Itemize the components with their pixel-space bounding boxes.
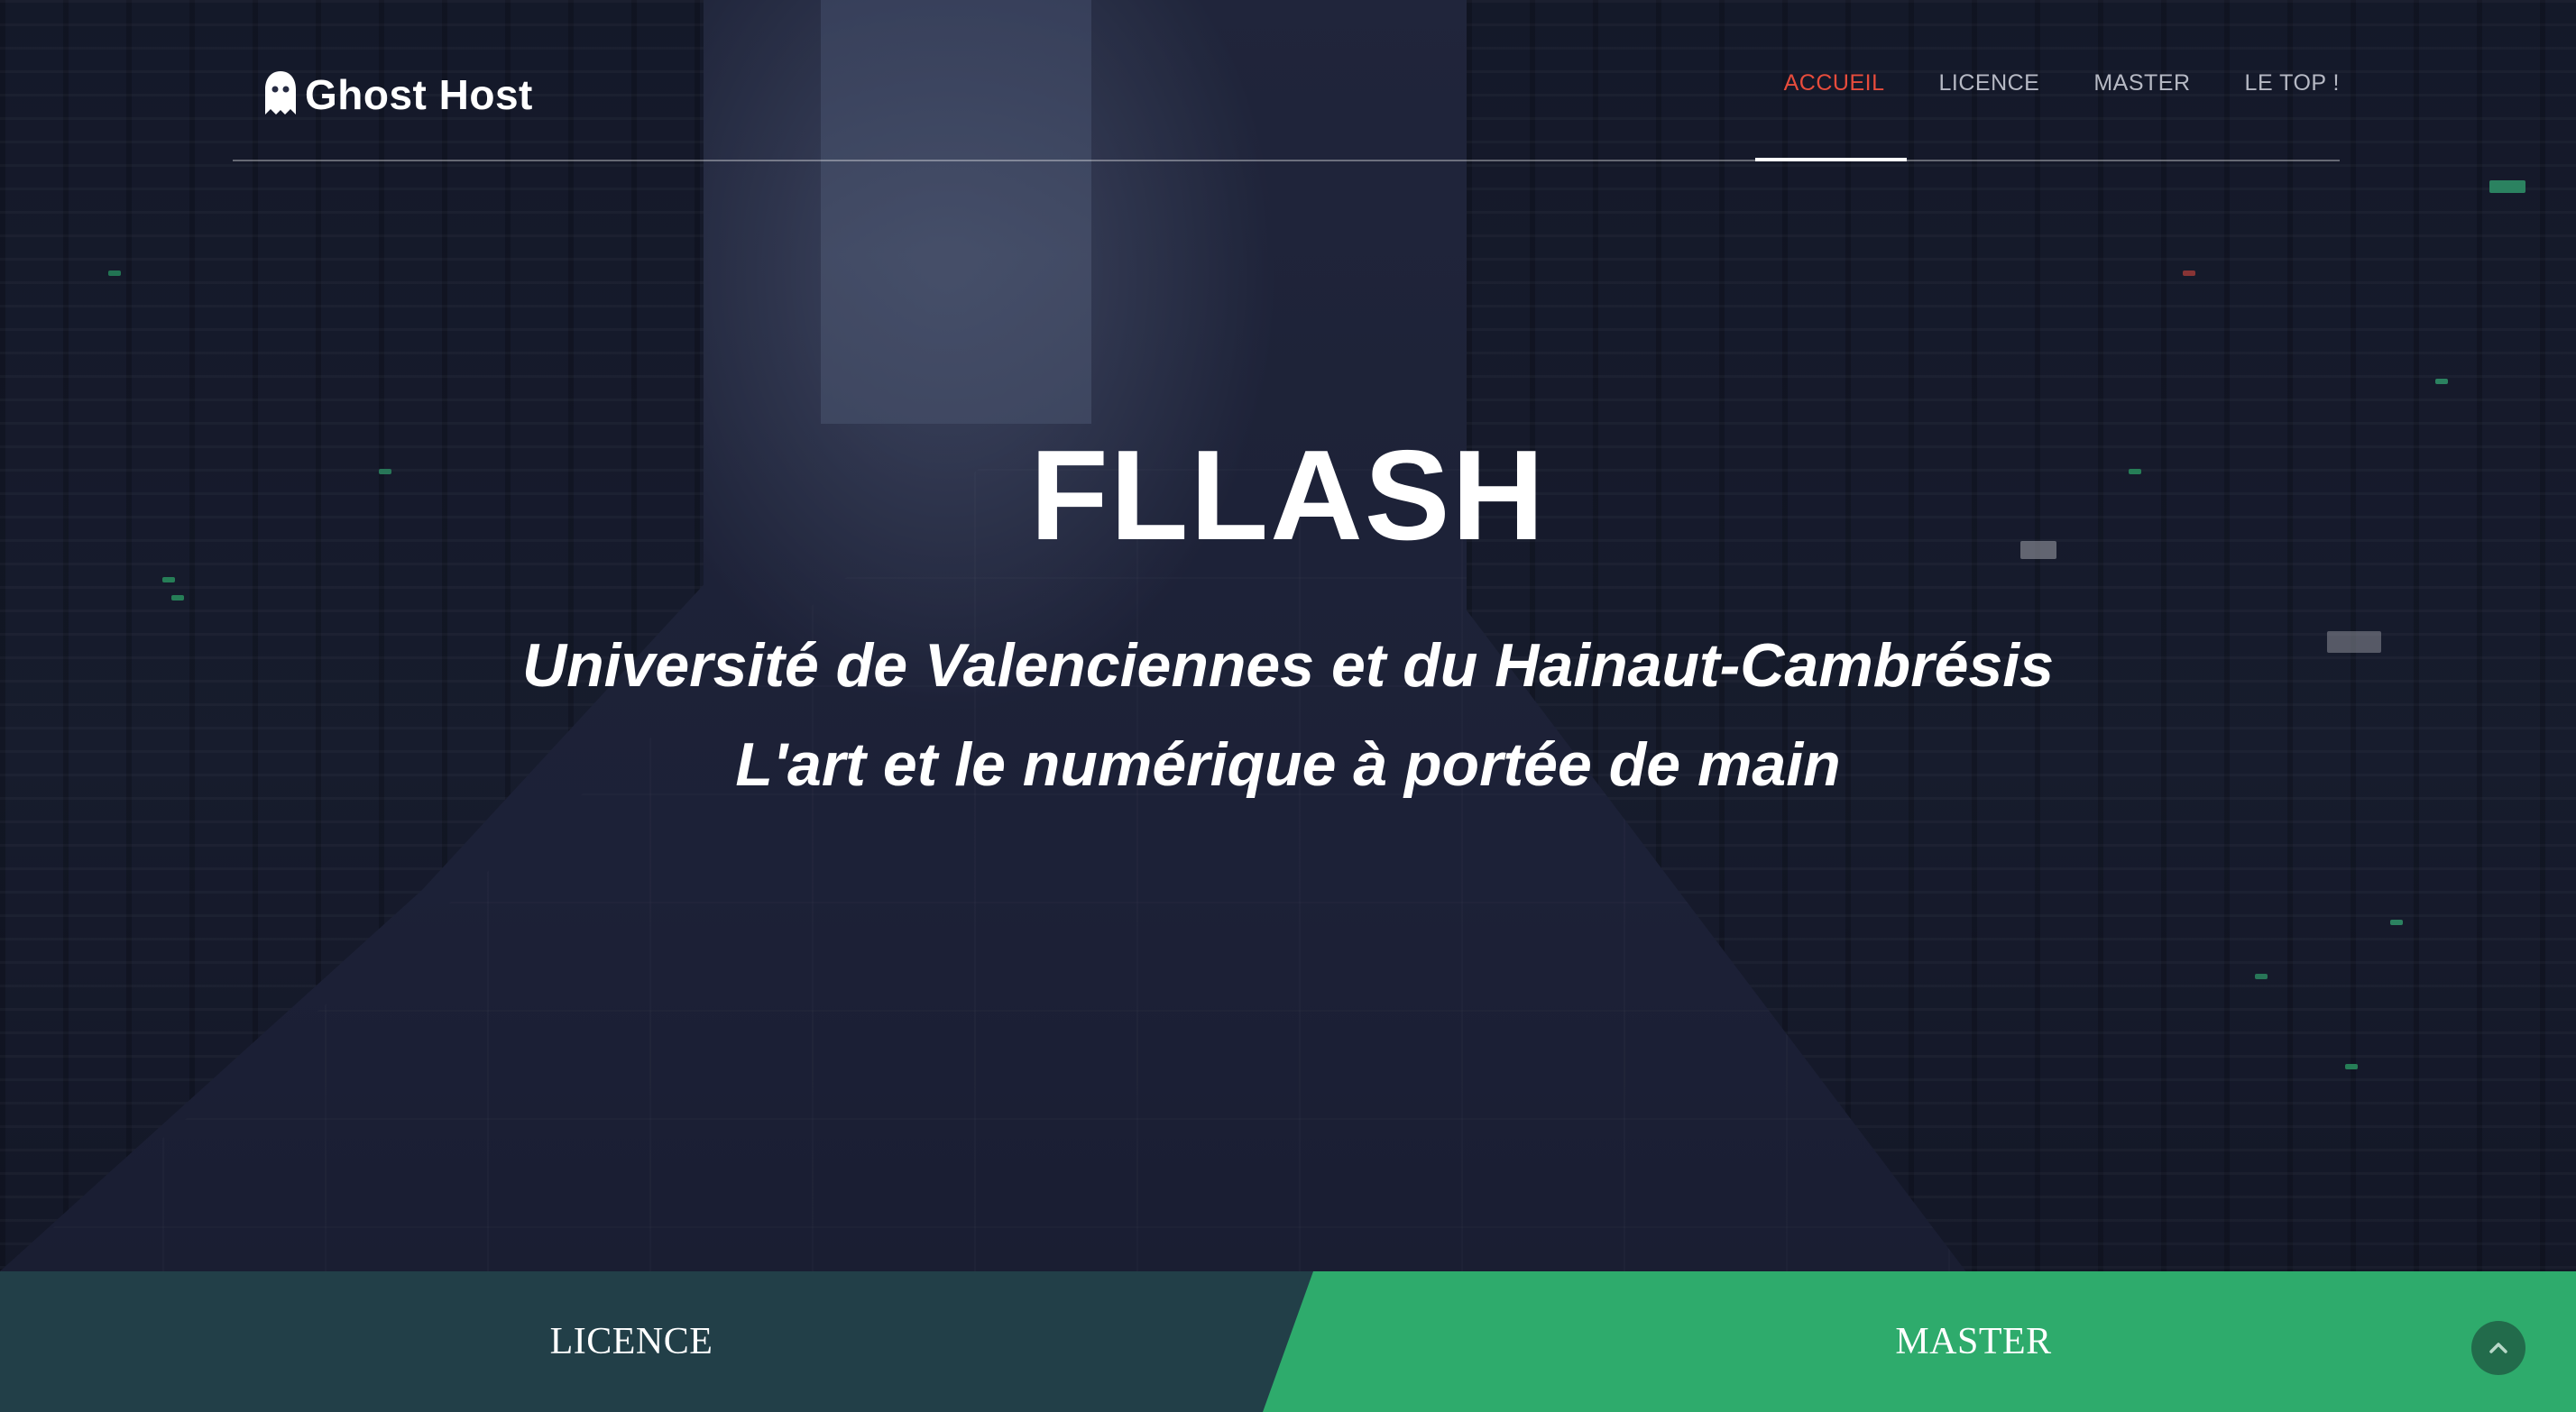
- scroll-to-top-button[interactable]: [2471, 1321, 2525, 1375]
- master-panel-label: MASTER: [1895, 1321, 2052, 1362]
- master-panel[interactable]: MASTER: [1263, 1271, 2576, 1412]
- nav-item-le-top[interactable]: LE TOP !: [2245, 70, 2340, 96]
- main-menu: ACCUEIL LICENCE MASTER LE TOP !: [1730, 63, 2340, 103]
- hero-subtitle-university: Université de Valenciennes et du Hainaut…: [521, 631, 2055, 700]
- program-panels: LICENCE MASTER: [0, 1271, 2576, 1412]
- brand-name: Ghost Host: [305, 71, 533, 118]
- nav-item-accueil[interactable]: ACCUEIL: [1784, 70, 1885, 96]
- brand-logo[interactable]: Ghost Host: [260, 63, 533, 126]
- nav-item-licence[interactable]: LICENCE: [1938, 70, 2039, 96]
- nav-active-indicator: [1755, 158, 1907, 161]
- hero-section: Ghost Host ACCUEIL LICENCE MASTER LE TOP…: [0, 0, 2576, 1271]
- hero-title: FLLASH: [1029, 424, 1547, 567]
- licence-panel[interactable]: LICENCE: [0, 1271, 1317, 1412]
- nav-divider: [233, 160, 2340, 161]
- licence-panel-label: LICENCE: [549, 1321, 713, 1362]
- chevron-up-icon: [2489, 1343, 2507, 1353]
- nav-item-master[interactable]: MASTER: [2093, 70, 2190, 96]
- top-navbar: Ghost Host ACCUEIL LICENCE MASTER LE TOP…: [233, 0, 2340, 162]
- ghost-icon: [265, 71, 296, 115]
- hero-subtitle-tagline: L'art et le numérique à portée de main: [735, 730, 1841, 799]
